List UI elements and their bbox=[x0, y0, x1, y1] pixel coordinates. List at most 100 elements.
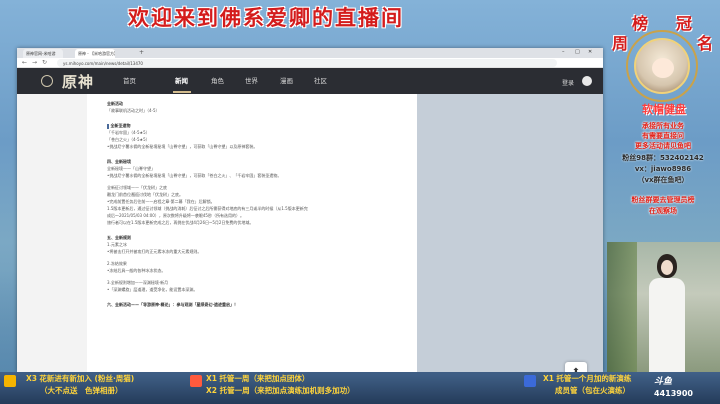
reload-icon[interactable]: ↻ bbox=[42, 59, 47, 66]
rank-char: 周 bbox=[612, 34, 629, 53]
article-text: 1.元素之冰 bbox=[107, 242, 127, 247]
logo-emblem-icon bbox=[41, 75, 53, 87]
article-text: 五、全新规则 bbox=[107, 235, 131, 240]
panel-info-line: vx：jiawo8986 bbox=[634, 165, 692, 173]
gift-text: 托管一周（来把加点团体） bbox=[219, 374, 310, 383]
article-line: 雕龙门前首位邂逅讨伐地「伏龙树」之底。 bbox=[107, 191, 397, 198]
panel-info-line: 承接所有业务 bbox=[642, 122, 684, 130]
scroll-to-top-button[interactable]: ⬆ bbox=[565, 362, 587, 372]
nav-news[interactable]: 新闻 bbox=[175, 74, 188, 88]
close-icon[interactable]: ✕ bbox=[588, 49, 592, 55]
article-text: 雕龙门前首位邂逅讨伐地「伏龙树」之底。 bbox=[107, 192, 183, 197]
article-line: 旅行者可以在1.5版本更新完成之后，再挑在伏战4月26日~5月2日免费的伏地域。 bbox=[107, 219, 397, 226]
gift-text: 成员管（包在火演练） bbox=[555, 386, 630, 395]
stream-title: 欢迎来到佛系爱卿的直播间 bbox=[128, 5, 404, 30]
article-text: 成后～2021/05/03 04:00），原次数将升级将一袭眼45秒（所有选用的… bbox=[107, 213, 244, 218]
article-line: 全新秘境——「山脊守望」 bbox=[107, 165, 397, 172]
panel-info-line: 粉丝98群：532402142 bbox=[622, 154, 704, 162]
article-content: 全新活动「故事联机活动之时」（4-5） 全新圣遗物「千岩牢固」（4-5★5） 「苍白… bbox=[87, 94, 417, 372]
login-link[interactable]: 登录 bbox=[562, 78, 574, 87]
article-line: 全新征讨领域——「伏龙树」之底 bbox=[107, 184, 397, 191]
article-heading: 全新活动 bbox=[107, 100, 397, 107]
gift-count: X1 bbox=[206, 374, 218, 383]
article-text: 「故事联机活动之时」（4-5） bbox=[107, 108, 160, 113]
url-field[interactable]: ys.mihoyo.com/main/news/detail/13470 bbox=[57, 59, 557, 67]
article-text: 全新征讨领域——「伏龙树」之底 bbox=[107, 185, 167, 190]
back-icon[interactable]: ← bbox=[22, 59, 27, 66]
gift-icon bbox=[4, 375, 16, 387]
platform-logo: 斗鱼 bbox=[654, 377, 673, 387]
page-body: 全新活动「故事联机活动之时」（4-5） 全新圣遗物「千岩牢固」（4-5★5） 「苍白… bbox=[17, 94, 603, 372]
article-spacer bbox=[107, 114, 397, 119]
gift-count: X1 bbox=[543, 374, 555, 383]
article-text: 四、全新秘境 bbox=[107, 159, 131, 164]
rank-char: 冠 bbox=[676, 14, 693, 33]
nav-characters[interactable]: 角色 bbox=[211, 74, 224, 88]
gift-item: X3 花新进有新加入 (粉丝·周猫) bbox=[26, 373, 134, 384]
article-text: •挑战尼宁薯水佣的全新秘境秘境「山脊守望」，可获取「苍白之火」、「千岩牢固」套装… bbox=[107, 173, 282, 178]
gift-text: 花新进有新加入 (粉丝·周猫) bbox=[39, 374, 135, 383]
site-logo[interactable]: 原神 bbox=[62, 71, 94, 92]
article-text: 全新秘境——「山脊守望」 bbox=[107, 166, 155, 171]
article-line: 成后～2021/05/03 04:00），原次数将升级将一袭眼45秒（所有选用的… bbox=[107, 212, 397, 219]
site-header: 原神 首页 新闻 角色 世界 漫画 社区 登录 bbox=[17, 68, 603, 94]
minimize-icon[interactable]: – bbox=[562, 49, 565, 55]
rank-char: 名 bbox=[697, 34, 714, 53]
top-fan-avatar bbox=[634, 38, 690, 94]
article-text: 1.5版本更新后，通过征讨领域（挑战的消耗）后征讨之后所需获得对地底的有三月或半… bbox=[107, 206, 308, 211]
nav-home[interactable]: 首页 bbox=[123, 74, 136, 88]
article-line: 「故事联机活动之时」（4-5） bbox=[107, 107, 397, 114]
article-spacer bbox=[107, 293, 397, 298]
forward-icon[interactable]: → bbox=[32, 59, 37, 66]
article-text: 全新圣遗物 bbox=[110, 123, 131, 128]
nav-world[interactable]: 世界 bbox=[245, 74, 258, 88]
article-line: 1.5版本更新后，通过征讨领域（挑战的消耗）后征讨之后所需获得对地底的有三月或半… bbox=[107, 205, 397, 212]
webcam-person bbox=[647, 254, 687, 372]
browser-tab-active[interactable]: 原神 - 【米哈游官方】原神 bbox=[75, 49, 115, 58]
gift-text: （大不点送 色弹相册） bbox=[40, 386, 123, 395]
article-line: •将被击打开并被攻打的正元素冰冻的重大元素规则。 bbox=[107, 248, 397, 255]
address-bar: ← → ↻ ys.mihoyo.com/main/news/detail/134… bbox=[17, 58, 603, 68]
gift-icon bbox=[190, 375, 202, 387]
top-fan-name: 软帽健盘 bbox=[642, 103, 686, 116]
article-text: •将被击打开并被攻打的正元素冰冻的重大元素规则。 bbox=[107, 249, 202, 254]
panel-info-line: 更多活动请见鱼吧 bbox=[635, 142, 691, 150]
article-line: 3.全新规则增加——深渊秘境·新月 bbox=[107, 279, 397, 286]
article-text: 「苍白之火」（4-5★5） bbox=[107, 137, 150, 142]
panel-info-line: （vx群在鱼吧） bbox=[637, 176, 689, 184]
article-line: •冻结后具一般的各种冰冻状态。 bbox=[107, 267, 397, 274]
article-line: 「千岩牢固」（4-5★5） bbox=[107, 129, 397, 136]
browser-tab[interactable]: 原神官网-米哈游 bbox=[23, 49, 63, 58]
tab-bar: 原神官网-米哈游 原神 - 【米哈游官方】原神 + – □ ✕ bbox=[17, 48, 603, 58]
article-heading: 六、全新活动——「导游原神·概论」：参与观测「星陨奇幻·遗迹重启」！ bbox=[107, 301, 397, 308]
article-heading: 五、全新规则 bbox=[107, 234, 397, 241]
gift-count: X3 bbox=[26, 374, 38, 383]
article-line: •挑战尼宁薯水佣的全新秘境秘境「山脊守望」，可获取「山脊守望」以及原神套装。 bbox=[107, 143, 397, 150]
page-side-background bbox=[417, 94, 603, 372]
panel-info-line: 有需要直接问 bbox=[642, 132, 684, 140]
article-text: •「深渊螺旋」层道理，道受净化，能设置本深渊。 bbox=[107, 287, 198, 292]
gift-text: X2 托管一周（来把加点演练加机则多加功） bbox=[206, 386, 355, 395]
article-text: 「千岩牢固」（4-5★5） bbox=[107, 130, 150, 135]
gift-text: 托管一个月加的新演练 bbox=[556, 374, 632, 383]
user-icon[interactable] bbox=[582, 76, 592, 86]
gift-item: （大不点送 色弹相册） bbox=[40, 385, 123, 396]
section-marker bbox=[107, 123, 109, 129]
fan-count: 4413900 bbox=[654, 389, 693, 398]
browser-window: 原神官网-米哈游 原神 - 【米哈游官方】原神 + – □ ✕ ← → ↻ ys… bbox=[17, 48, 603, 372]
nav-community[interactable]: 社区 bbox=[314, 74, 327, 88]
article-heading: 四、全新秘境 bbox=[107, 158, 397, 165]
article-text: 全新活动 bbox=[107, 101, 123, 106]
article-line: •挑战尼宁薯水佣的全新秘境秘境「山脊守望」，可获取「苍白之火」、「千岩牢固」套装… bbox=[107, 172, 397, 179]
gift-item: 成员管（包在火演练） bbox=[555, 385, 630, 396]
article-text: 3.全新规则增加——深渊秘境·新月 bbox=[107, 280, 169, 285]
gift-icon bbox=[524, 375, 536, 387]
active-nav-indicator bbox=[173, 91, 191, 93]
panel-info-line: 粉丝群要去管理员榜 bbox=[631, 196, 695, 204]
webcam-view bbox=[607, 242, 720, 372]
nav-manga[interactable]: 漫画 bbox=[280, 74, 293, 88]
article-text: 2.冻结效果 bbox=[107, 261, 127, 266]
new-tab-button[interactable]: + bbox=[139, 49, 144, 56]
panel-info-line: 在观察场 bbox=[649, 207, 677, 215]
maximize-icon[interactable]: □ bbox=[575, 49, 580, 55]
